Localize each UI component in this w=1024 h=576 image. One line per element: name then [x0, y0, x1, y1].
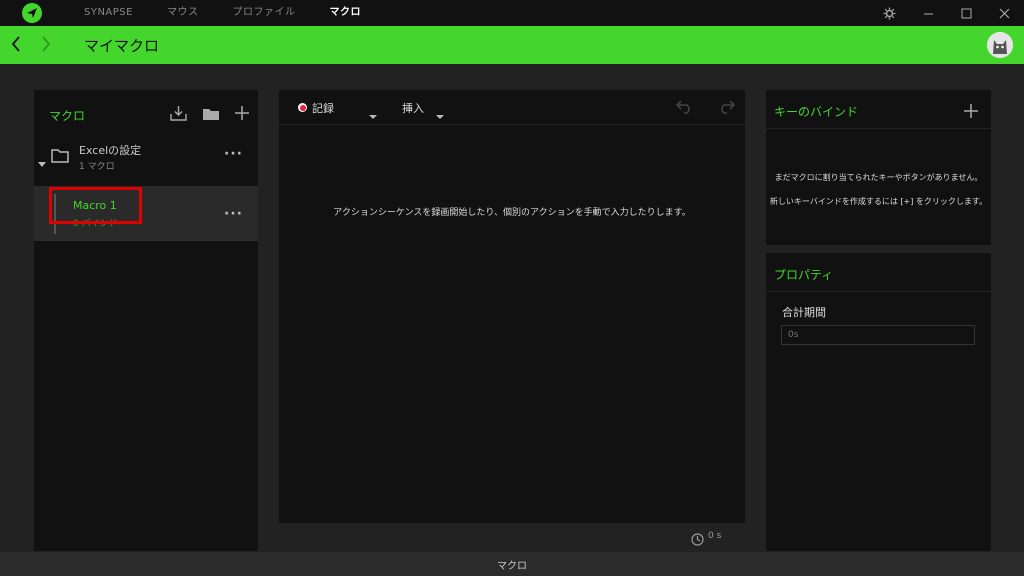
editor-footer: 0 s [279, 523, 745, 551]
status-bar: マクロ [0, 552, 1024, 576]
tab-macro[interactable]: マクロ [329, 0, 361, 26]
macro-list-title: マクロ [49, 109, 86, 123]
properties-title: プロパティ [774, 268, 834, 282]
title-bar: SYNAPSE マウス プロファイル マクロ [0, 0, 1024, 26]
editor-empty-message: アクションシーケンスを録画開始したり、個別のアクションを手動で入力したりします。 [333, 208, 691, 218]
close-icon[interactable] [989, 0, 1019, 26]
record-dropdown-icon[interactable] [369, 105, 377, 124]
redo-icon[interactable] [717, 98, 736, 118]
macro-editor-panel: 記録 挿入 アクションシーケンスを録画開始したり、個別のアクションを手動で入力し… [279, 90, 745, 551]
folder-row[interactable]: Excelの設定 1 マクロ ··· [34, 132, 258, 180]
total-duration: 0 s [708, 531, 722, 541]
properties-panel: プロパティ 合計期間 [766, 253, 991, 551]
total-duration-label: 合計期間 [782, 306, 826, 319]
macro-list-panel: マクロ Excelの設定 1 マクロ ··· Macro 1 0 バインド ··… [34, 90, 258, 551]
clock-icon [691, 531, 704, 550]
undo-icon[interactable] [675, 98, 694, 118]
total-duration-input[interactable] [781, 325, 975, 345]
keybind-empty-line1: まだマクロに割り当てられたキーやボタンがありません。 [774, 173, 983, 182]
keybind-empty-line2: 新しいキーバインドを作成するには [+] をクリックします。 [769, 197, 988, 206]
folder-icon[interactable] [202, 106, 220, 125]
header-bar: マイマクロ [0, 26, 1024, 64]
import-icon[interactable] [170, 105, 187, 125]
minimize-icon[interactable] [913, 0, 943, 26]
tab-mouse[interactable]: マウス [167, 0, 199, 26]
record-button[interactable]: 記録 [312, 100, 334, 116]
folder-name: Excelの設定 [79, 144, 142, 157]
keybind-title: キーのバインド [774, 105, 859, 119]
maximize-icon[interactable] [951, 0, 981, 26]
settings-gear-icon[interactable] [874, 0, 904, 26]
add-keybind-icon[interactable] [963, 103, 979, 123]
folder-more-icon[interactable]: ··· [224, 146, 243, 162]
forward-arrow-icon[interactable] [40, 35, 52, 58]
insert-dropdown-icon[interactable] [436, 105, 444, 124]
folder-count: 1 マクロ [79, 162, 115, 172]
record-icon[interactable] [298, 103, 307, 112]
tab-profile[interactable]: プロファイル [232, 0, 295, 26]
highlight-annotation [49, 187, 142, 224]
page-title: マイマクロ [84, 37, 160, 55]
keybind-panel: キーのバインド まだマクロに割り当てられたキーやボタンがありません。 新しいキー… [766, 90, 991, 245]
caret-down-icon[interactable] [38, 153, 46, 172]
folder-outline-icon [51, 148, 69, 167]
tab-synapse[interactable]: SYNAPSE [84, 0, 133, 26]
status-label: マクロ [497, 561, 527, 572]
macro-more-icon[interactable]: ··· [224, 206, 243, 222]
top-nav: SYNAPSE マウス プロファイル マクロ [84, 0, 395, 26]
add-macro-icon[interactable] [234, 105, 250, 125]
insert-button[interactable]: 挿入 [402, 100, 424, 116]
back-arrow-icon[interactable] [10, 35, 22, 58]
user-avatar[interactable] [987, 32, 1013, 58]
razer-logo-icon[interactable] [22, 3, 42, 23]
